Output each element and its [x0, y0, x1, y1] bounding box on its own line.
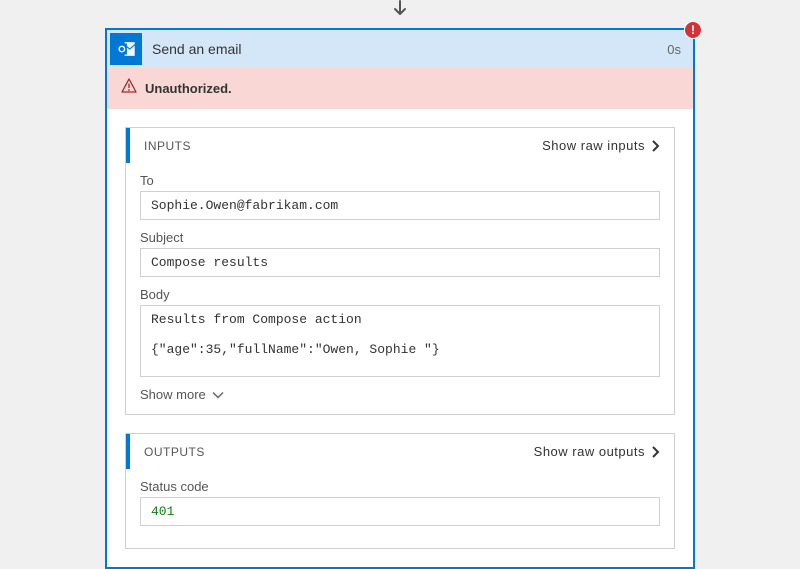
show-raw-outputs-link[interactable]: Show raw outputs [534, 444, 660, 459]
connector-arrow-icon [391, 0, 409, 23]
body-label: Body [140, 287, 660, 302]
subject-value: Compose results [140, 248, 660, 277]
body-value: Results from Compose action {"age":35,"f… [140, 305, 660, 377]
outlook-icon [110, 33, 142, 65]
action-title: Send an email [152, 41, 667, 57]
error-badge-icon: ! [684, 21, 702, 39]
outputs-section: OUTPUTS Show raw outputs Status code 401 [125, 433, 675, 549]
input-field-body: Body Results from Compose action {"age":… [140, 287, 660, 377]
action-card: ! Send an email 0s Unauthorized. [105, 28, 695, 569]
action-header[interactable]: Send an email 0s [107, 30, 693, 68]
show-more-button[interactable]: Show more [140, 387, 660, 402]
chevron-down-icon [212, 391, 224, 399]
status-code-value: 401 [140, 497, 660, 526]
show-raw-inputs-label: Show raw inputs [542, 138, 645, 153]
to-label: To [140, 173, 660, 188]
subject-label: Subject [140, 230, 660, 245]
output-field-status-code: Status code 401 [140, 479, 660, 526]
inputs-title: INPUTS [144, 139, 542, 153]
inputs-section: INPUTS Show raw inputs To Sophie.Owen@fa… [125, 127, 675, 415]
action-duration: 0s [667, 42, 681, 57]
input-field-subject: Subject Compose results [140, 230, 660, 277]
status-code-label: Status code [140, 479, 660, 494]
chevron-right-icon [651, 140, 660, 152]
chevron-right-icon [651, 446, 660, 458]
warning-icon [121, 78, 137, 99]
input-field-to: To Sophie.Owen@fabrikam.com [140, 173, 660, 220]
error-banner: Unauthorized. [107, 68, 693, 109]
show-more-label: Show more [140, 387, 206, 402]
show-raw-inputs-link[interactable]: Show raw inputs [542, 138, 660, 153]
outputs-title: OUTPUTS [144, 445, 534, 459]
error-message: Unauthorized. [145, 81, 232, 96]
show-raw-outputs-label: Show raw outputs [534, 444, 645, 459]
to-value: Sophie.Owen@fabrikam.com [140, 191, 660, 220]
